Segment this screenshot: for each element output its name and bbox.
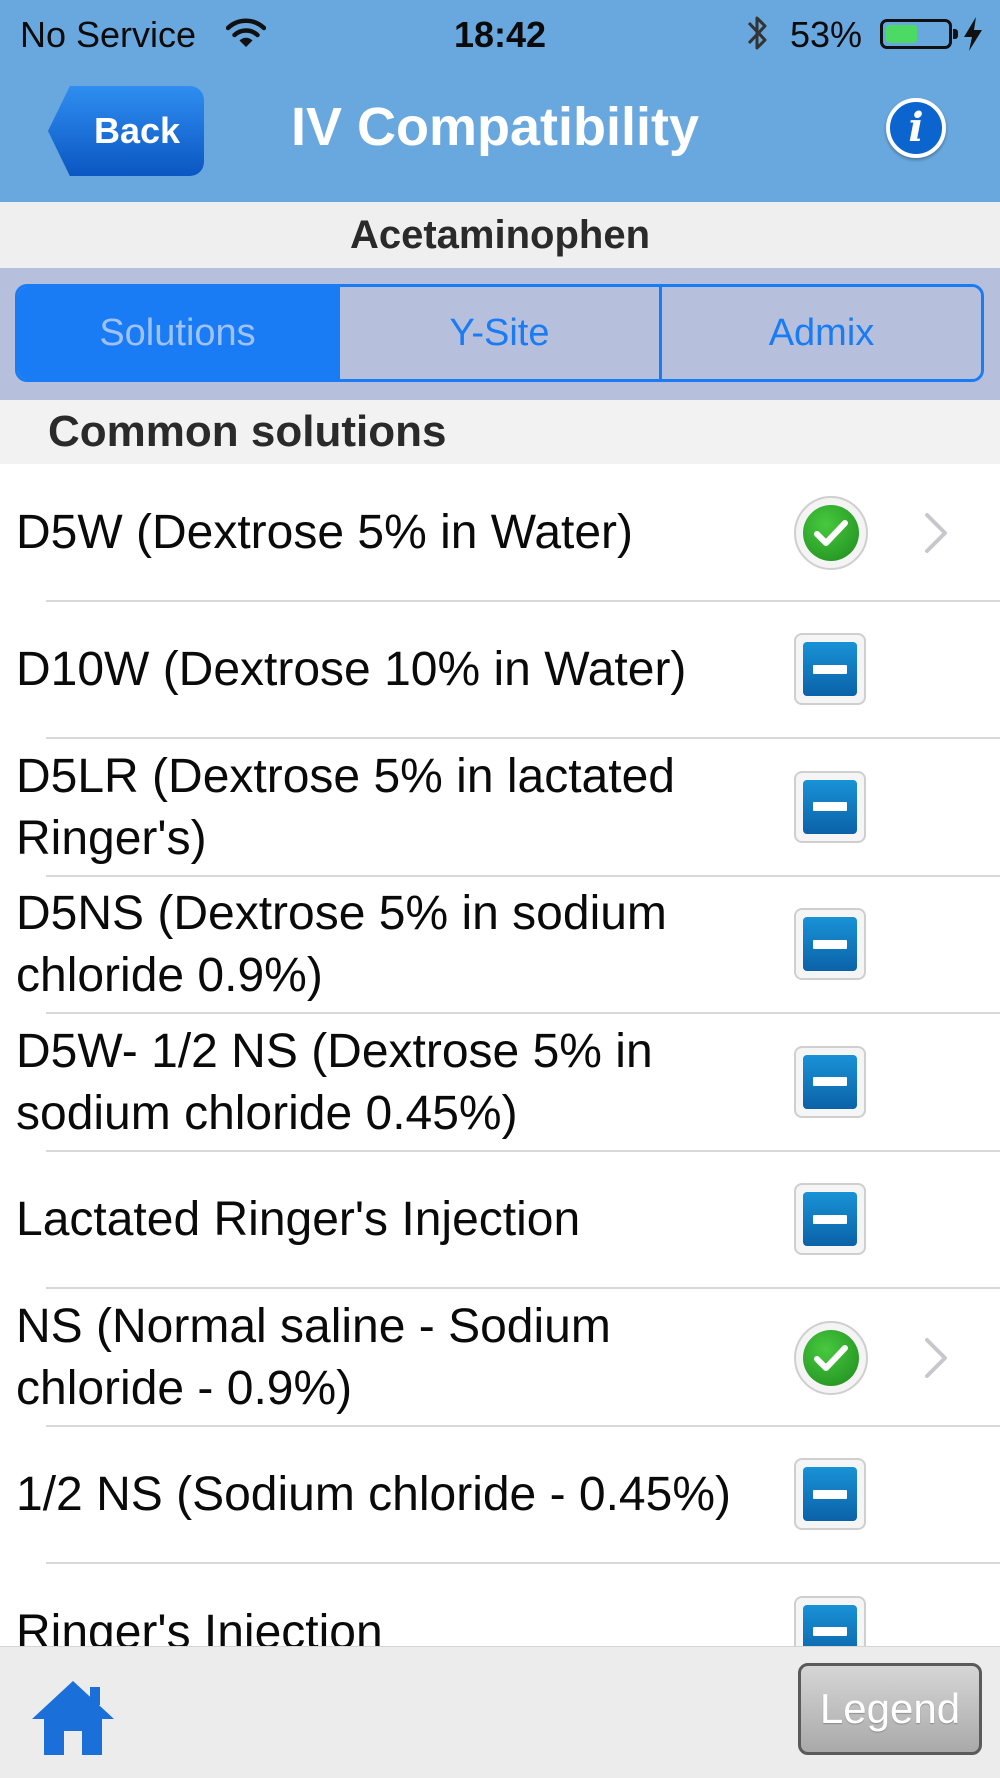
minus-square-icon — [794, 770, 866, 843]
minus-square-icon — [794, 1183, 866, 1256]
battery-percent: 53% — [790, 14, 863, 55]
solution-label: NS (Normal saline - Sodium chloride - 0.… — [16, 1299, 611, 1415]
minus-square-icon — [794, 908, 866, 981]
solution-label: Ringer's Injection — [16, 1605, 383, 1646]
solution-label: 1/2 NS (Sodium chloride - 0.45%) — [16, 1468, 731, 1522]
list-item[interactable]: NS (Normal saline - Sodium chloride - 0.… — [0, 1289, 1000, 1427]
page-title: IV Compatibility — [290, 97, 700, 157]
solution-label: D5W (Dextrose 5% in Water) — [16, 505, 634, 559]
no-data-minus-icon — [794, 1458, 868, 1532]
minus-square-icon — [794, 1595, 866, 1646]
segmented-control: Solutions Y-Site Admix — [15, 284, 984, 382]
no-data-minus-icon — [794, 908, 868, 982]
legend-button[interactable]: Legend — [798, 1663, 982, 1755]
no-data-minus-icon — [794, 1595, 868, 1646]
segment-bar: Solutions Y-Site Admix — [0, 268, 1000, 400]
list-item[interactable]: Lactated Ringer's Injection — [0, 1152, 1000, 1290]
compatible-check-icon — [794, 1320, 868, 1395]
tab-admix[interactable]: Admix — [659, 287, 981, 379]
battery-icon — [880, 19, 958, 49]
list-item[interactable]: D5LR (Dextrose 5% in lactated Ringer's) — [0, 739, 1000, 877]
info-icon[interactable]: i — [886, 98, 946, 158]
charging-icon — [964, 17, 982, 51]
list-item[interactable]: 1/2 NS (Sodium chloride - 0.45%) — [0, 1427, 1000, 1565]
chevron-right-icon[interactable] — [922, 1336, 950, 1380]
check-circle-icon — [794, 495, 868, 570]
bluetooth-icon — [747, 16, 767, 50]
tab-solutions[interactable]: Solutions — [18, 287, 337, 379]
list-item[interactable]: D10W (Dextrose 10% in Water) — [0, 602, 1000, 740]
list-item[interactable]: D5W- 1/2 NS (Dextrose 5% in sodium chlor… — [0, 1014, 1000, 1152]
solutions-list[interactable]: D5W (Dextrose 5% in Water) D10W (Dextrose… — [0, 464, 1000, 1646]
no-data-minus-icon — [794, 1045, 868, 1120]
home-icon[interactable] — [30, 1677, 116, 1757]
list-item[interactable]: D5W (Dextrose 5% in Water) — [0, 464, 1000, 602]
section-header: Common solutions — [0, 400, 1000, 464]
list-item[interactable]: Ringer's Injection — [0, 1564, 1000, 1646]
bottom-toolbar: Legend — [0, 1646, 1000, 1778]
solution-label: D5LR (Dextrose 5% in lactated Ringer's) — [16, 749, 675, 865]
battery-level — [886, 25, 918, 43]
tab-y-site[interactable]: Y-Site — [337, 287, 659, 379]
solution-label: D5NS (Dextrose 5% in sodium chloride 0.9… — [16, 887, 667, 1003]
no-data-minus-icon — [794, 633, 868, 707]
drug-name: Acetaminophen — [0, 202, 1000, 268]
navigation-bar: Back IV Compatibility i — [0, 68, 1000, 202]
no-data-minus-icon — [794, 770, 868, 845]
minus-square-icon — [794, 1458, 866, 1531]
status-bar: No Service 18:42 53% — [0, 0, 1000, 68]
back-button[interactable]: Back — [48, 86, 204, 176]
compatible-check-icon — [794, 495, 868, 570]
solution-label: D5W- 1/2 NS (Dextrose 5% in sodium chlor… — [16, 1024, 653, 1140]
minus-square-icon — [794, 633, 866, 706]
minus-square-icon — [794, 1045, 866, 1118]
solution-label: Lactated Ringer's Injection — [16, 1193, 581, 1247]
check-circle-icon — [794, 1320, 868, 1395]
list-item[interactable]: D5NS (Dextrose 5% in sodium chloride 0.9… — [0, 877, 1000, 1015]
no-data-minus-icon — [794, 1183, 868, 1257]
solution-label: D10W (Dextrose 10% in Water) — [16, 643, 687, 697]
chevron-right-icon[interactable] — [922, 511, 950, 555]
